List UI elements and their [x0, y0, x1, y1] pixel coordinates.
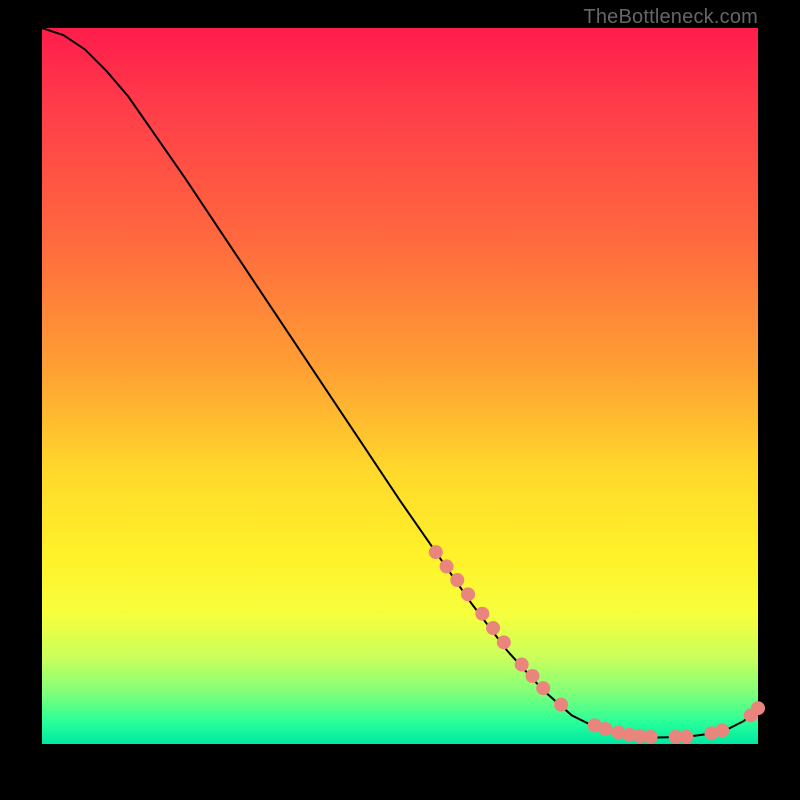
watermark-text: TheBottleneck.com [583, 6, 758, 29]
highlight-dot [497, 635, 511, 649]
highlight-dots-group [429, 545, 765, 744]
bottleneck-curve [42, 28, 758, 738]
highlight-dot [715, 723, 729, 737]
stage: TheBottleneck.com [0, 0, 800, 800]
highlight-dot [440, 559, 454, 573]
highlight-dot [525, 669, 539, 683]
highlight-dot [554, 698, 568, 712]
highlight-dot [450, 573, 464, 587]
highlight-dot [679, 730, 693, 744]
highlight-dot [644, 730, 658, 744]
highlight-dot [536, 681, 550, 695]
highlight-dot [475, 607, 489, 621]
gradient-plot [42, 28, 758, 744]
highlight-dot [461, 587, 475, 601]
highlight-dot [429, 545, 443, 559]
highlight-dot [598, 722, 612, 736]
highlight-dot [515, 658, 529, 672]
curve-svg [42, 28, 758, 744]
highlight-dot [486, 621, 500, 635]
highlight-dot [751, 701, 765, 715]
